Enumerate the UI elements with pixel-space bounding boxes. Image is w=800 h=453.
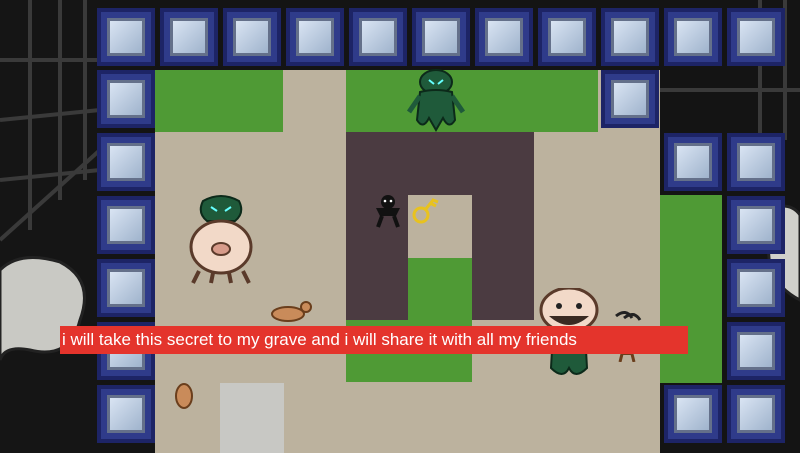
- subtitle-caption: i will take this secret to my grave and …: [60, 326, 688, 354]
- wall-tile: [286, 8, 344, 66]
- wall-tile: [97, 8, 155, 66]
- wall-tile: [727, 133, 785, 191]
- wall-tile: [475, 8, 533, 66]
- wall-tile: [664, 8, 722, 66]
- wall-tile: [664, 385, 722, 443]
- green-ghost-monster[interactable]: [405, 68, 467, 132]
- orange-critter[interactable]: [268, 300, 314, 324]
- grass-patch-center: [408, 258, 472, 320]
- golden-key-icon[interactable]: [410, 194, 440, 226]
- wall-tile: [97, 385, 155, 443]
- wall-tile: [727, 259, 785, 317]
- wall-tile: [160, 8, 218, 66]
- wall-tile: [349, 8, 407, 66]
- wall-tile: [727, 196, 785, 254]
- pig-monster[interactable]: [185, 193, 257, 285]
- wall-tile: [538, 8, 596, 66]
- wall-tile: [97, 196, 155, 254]
- orange-critter[interactable]: [172, 378, 196, 412]
- light-floor-pad: [220, 383, 284, 453]
- wall-tile: [727, 322, 785, 380]
- wall-tile: [412, 8, 470, 66]
- wall-tile: [223, 8, 281, 66]
- grass-patch-right: [660, 195, 722, 383]
- grass-patch-top-left: [155, 70, 283, 132]
- wall-tile: [727, 8, 785, 66]
- wall-tile: [601, 70, 659, 128]
- pit-top: [346, 132, 534, 195]
- pit-right: [472, 195, 534, 320]
- wall-tile: [727, 385, 785, 443]
- wall-tile: [664, 133, 722, 191]
- wall-tile: [601, 8, 659, 66]
- wall-tile: [97, 70, 155, 128]
- grass-patch-top: [346, 70, 598, 132]
- game-viewport[interactable]: i will take this secret to my grave and …: [0, 0, 800, 453]
- wall-tile: [97, 259, 155, 317]
- wall-tile: [97, 133, 155, 191]
- player-shadow-figure[interactable]: [372, 194, 404, 228]
